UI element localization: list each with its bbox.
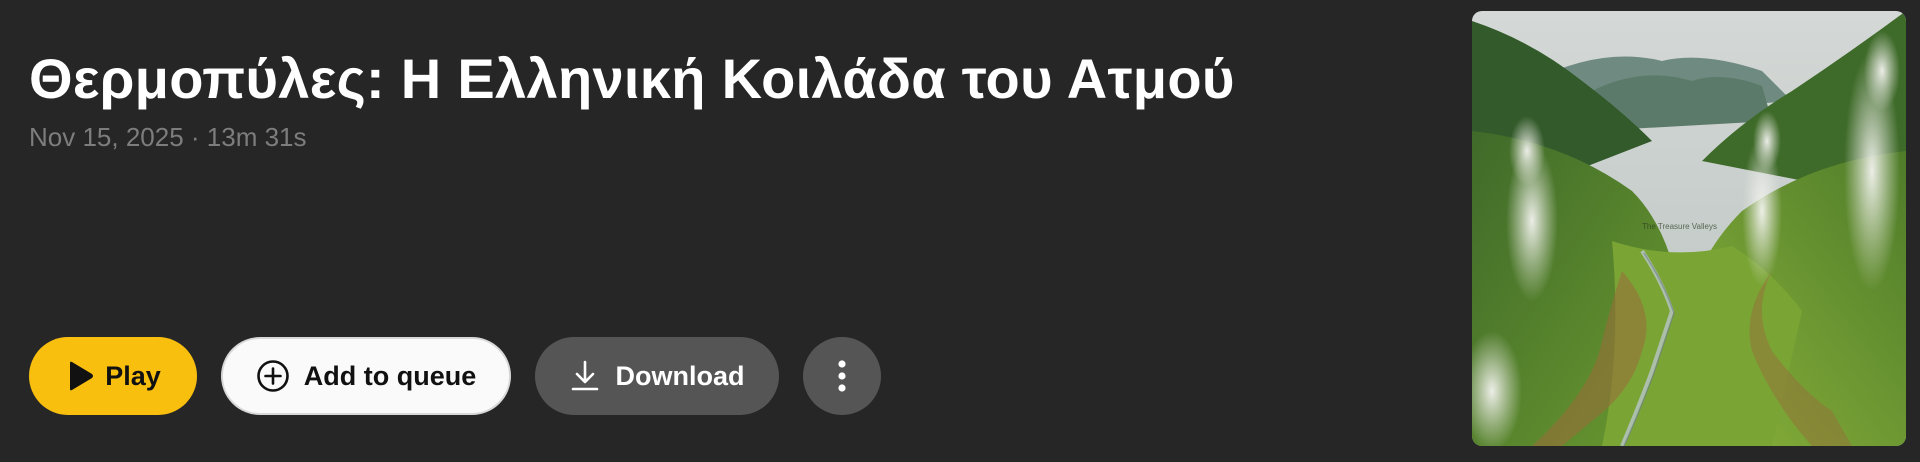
more-vertical-icon <box>837 359 847 393</box>
play-icon <box>65 360 95 392</box>
episode-artwork: The Treasure Valleys <box>1472 11 1906 446</box>
play-button[interactable]: Play <box>29 337 197 415</box>
download-label: Download <box>615 360 745 391</box>
download-button[interactable]: Download <box>535 337 779 415</box>
action-bar: Play Add to queue Download <box>29 337 881 415</box>
download-icon <box>570 360 600 392</box>
episode-header: Θερμοπύλες: Η Ελληνική Κοιλάδα του Ατμού… <box>0 0 1920 462</box>
play-label: Play <box>105 360 161 391</box>
artwork-watermark: The Treasure Valleys <box>1642 222 1717 231</box>
episode-meta: Nov 15, 2025 · 13m 31s <box>29 122 307 152</box>
add-to-queue-button[interactable]: Add to queue <box>221 337 511 415</box>
add-to-queue-label: Add to queue <box>303 360 477 391</box>
plus-circle-icon <box>256 359 290 393</box>
more-options-button[interactable] <box>803 337 881 415</box>
episode-title: Θερμοπύλες: Η Ελληνική Κοιλάδα του Ατμού <box>29 47 1235 110</box>
